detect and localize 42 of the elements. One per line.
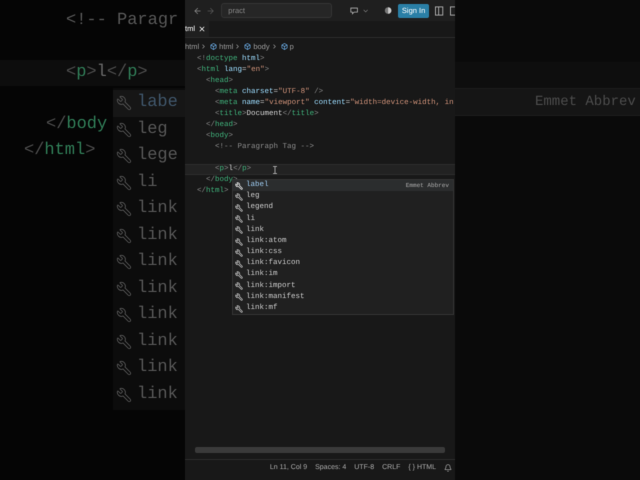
code-line: </html> [24, 140, 96, 162]
horizontal-scrollbar[interactable] [195, 447, 445, 453]
wrench-icon [116, 280, 132, 297]
mouse-cursor-icon [273, 166, 278, 174]
wrench-icon [235, 238, 243, 246]
wrench-icon [235, 248, 243, 257]
cube-icon [210, 43, 218, 50]
chevron-right-icon [234, 43, 242, 50]
wrench-icon [235, 282, 243, 290]
wrench-icon [235, 204, 243, 212]
close-icon[interactable] [198, 25, 206, 33]
wrench-icon [116, 228, 132, 244]
wrench-icon [235, 192, 243, 201]
wrench-icon [116, 174, 132, 191]
layout-icon[interactable] [435, 6, 444, 16]
wrench-icon [116, 386, 132, 403]
code-line: <p>l</p> [66, 62, 148, 84]
chevron-right-icon [200, 43, 208, 50]
wrench-icon [235, 182, 243, 190]
wrench-icon [116, 307, 132, 324]
bell-icon[interactable] [444, 464, 452, 472]
wrench-icon [116, 254, 132, 270]
chat-icon[interactable] [350, 6, 358, 15]
wrench-icon [235, 271, 243, 280]
wrench-icon [116, 334, 132, 350]
wrench-icon [235, 293, 243, 302]
code-line: </body [46, 114, 108, 136]
back-arrow-icon[interactable] [193, 6, 202, 16]
wrench-icon [116, 122, 132, 138]
chevron-right-icon [270, 43, 278, 50]
code-line: <!-- Paragr [66, 10, 178, 32]
cube-icon [280, 43, 288, 50]
wrench-icon [235, 226, 243, 234]
wrench-icon [235, 260, 243, 268]
wrench-icon [235, 215, 243, 224]
wrench-icon [116, 360, 132, 376]
wrench-icon [116, 95, 132, 112]
wrench-icon [116, 201, 132, 218]
half-circle-icon[interactable] [384, 6, 392, 15]
wrench-icon [235, 304, 243, 313]
cube-icon [244, 43, 252, 50]
wrench-icon [116, 148, 132, 164]
